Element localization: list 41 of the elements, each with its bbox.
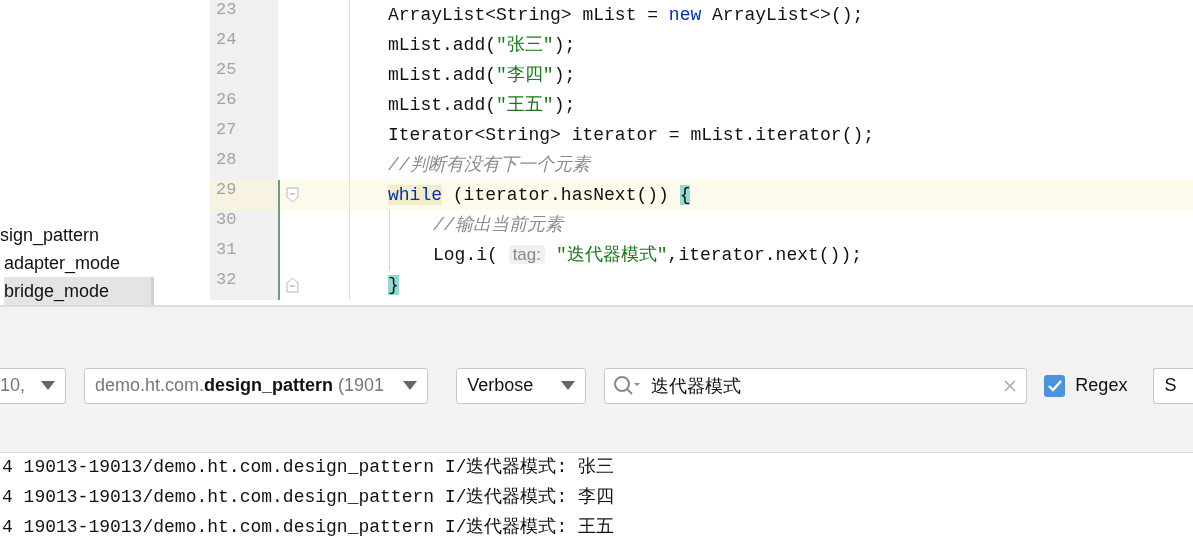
line-number: 31: [210, 240, 278, 270]
code-line: ArrayList<String> mList = new ArrayList<>();: [387, 4, 864, 27]
tree-item[interactable]: adapter_mode: [4, 249, 125, 277]
code-line: Iterator<String> iterator = mList.iterator();: [387, 124, 875, 147]
line-number: 30: [210, 210, 278, 240]
line-number: 26: [210, 90, 278, 120]
device-dropdown[interactable]: 10,: [0, 367, 66, 404]
log-line: 4 19013-19013/demo.ht.com.design_pattern I/迭代器模式: 李四: [1, 486, 616, 509]
filter-dropdown[interactable]: S: [1153, 367, 1193, 404]
code-line: //判断有没有下一个元素: [387, 154, 590, 177]
regex-checkbox[interactable]: [1043, 374, 1066, 397]
code-line: mList.add("李四");: [387, 64, 576, 87]
code-line: Log.i( tag: "迭代器模式",iterator.next());: [350, 240, 863, 270]
log-line: 4 19013-19013/demo.ht.com.design_pattern I/迭代器模式: 王五: [1, 516, 616, 539]
code-line: while (iterator.hasNext()) {: [387, 184, 691, 207]
line-number: 27: [210, 120, 278, 150]
clear-icon[interactable]: [1003, 379, 1016, 392]
search-input[interactable]: 迭代器模式: [649, 374, 1004, 397]
code-line: mList.add("王五");: [387, 94, 576, 117]
log-line: 4 19013-19013/demo.ht.com.design_pattern I/迭代器模式: 张三: [1, 456, 616, 479]
line-number: 23: [210, 0, 278, 30]
line-number: 24: [210, 30, 278, 60]
search-icon[interactable]: [613, 374, 642, 397]
caret-icon: [403, 381, 418, 390]
line-number: 28: [210, 150, 278, 180]
line-number: 32: [210, 270, 278, 300]
line-number: 29: [210, 180, 278, 210]
process-dropdown[interactable]: demo.ht.com.design_pattern (1901: [83, 367, 429, 404]
search-field[interactable]: 迭代器模式: [604, 367, 1027, 404]
code-line: mList.add("张三");: [387, 34, 576, 57]
tree-item[interactable]: bridge_mode: [4, 277, 154, 305]
caret-icon: [561, 381, 576, 390]
log-level-dropdown[interactable]: Verbose: [456, 367, 587, 404]
unfold-icon[interactable]: [286, 277, 299, 293]
line-number: 25: [210, 60, 278, 90]
code-line: //输出当前元素: [350, 210, 563, 240]
caret-icon: [40, 381, 55, 390]
tree-item[interactable]: sign_pattern: [0, 221, 104, 249]
regex-label: Regex: [1075, 375, 1128, 396]
checkmark-icon: [1046, 378, 1063, 393]
fold-icon[interactable]: [286, 187, 299, 203]
